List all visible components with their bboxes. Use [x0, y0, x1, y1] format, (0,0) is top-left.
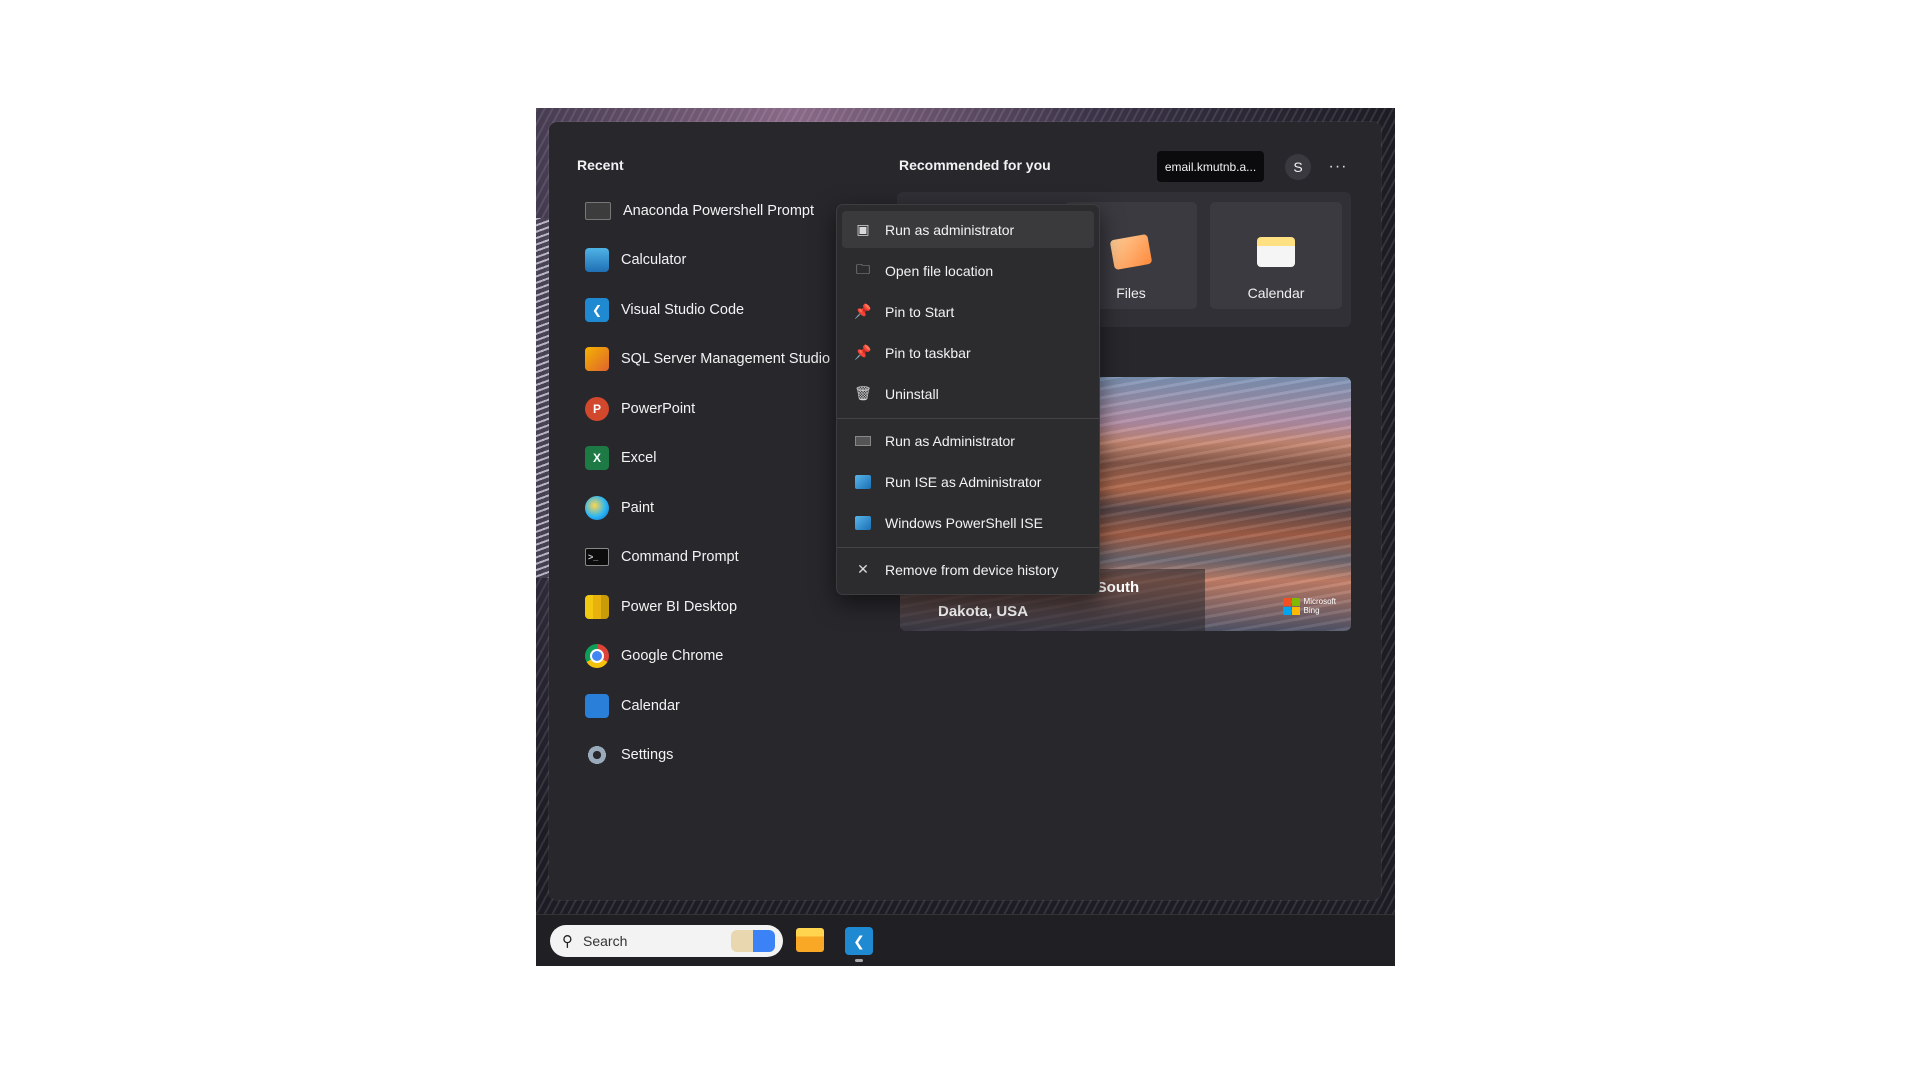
- menu-item-run-as-administrator-console[interactable]: Run as Administrator: [842, 422, 1094, 459]
- menu-item-label: Run ISE as Administrator: [885, 473, 1042, 490]
- menu-item-label: Windows PowerShell ISE: [885, 514, 1043, 531]
- recent-item-visual-studio-code[interactable]: ❮ Visual Studio Code: [585, 285, 845, 335]
- recent-item-label: Excel: [621, 450, 657, 467]
- recent-item-label: Visual Studio Code: [621, 301, 745, 318]
- recent-list: Anaconda Powershell Prompt Calculator ❮ …: [585, 186, 845, 780]
- avatar[interactable]: S: [1285, 154, 1311, 180]
- recent-item-label: Settings: [621, 747, 674, 764]
- recent-item-label: Anaconda Powershell Prompt: [623, 202, 815, 219]
- recent-item-label: SQL Server Management Studio: [621, 351, 831, 368]
- menu-item-open-file-location[interactable]: 🗀 Open file location: [842, 252, 1094, 289]
- tile-label: Calendar: [1247, 285, 1305, 301]
- file-explorer-icon[interactable]: [796, 928, 824, 952]
- recent-item-label: Paint: [621, 499, 655, 516]
- recent-heading: Recent: [577, 157, 624, 173]
- recent-item-label: Command Prompt: [621, 549, 739, 566]
- close-icon: ✕: [857, 561, 869, 577]
- menu-item-run-ise-as-administrator[interactable]: Run ISE as Administrator: [842, 463, 1094, 500]
- menu-item-label: Uninstall: [885, 385, 939, 402]
- menu-item-label: Open file location: [885, 262, 994, 279]
- context-menu: ▣ Run as administrator 🗀 Open file locat…: [836, 204, 1100, 595]
- recent-item-label: Calculator: [621, 252, 687, 269]
- recent-item-command-prompt[interactable]: >_ Command Prompt: [585, 533, 845, 583]
- recent-item-powerpoint[interactable]: P PowerPoint: [585, 384, 845, 434]
- search-highlight-icon: [731, 930, 775, 952]
- calendar-icon: [585, 693, 609, 718]
- menu-item-remove-from-device-history[interactable]: ✕ Remove from device history: [842, 551, 1094, 588]
- menu-item-pin-to-start[interactable]: 📌 Pin to Start: [842, 293, 1094, 330]
- terminal-icon: [585, 201, 611, 220]
- recent-item-label: PowerPoint: [621, 400, 696, 417]
- recent-item-calendar[interactable]: Calendar: [585, 681, 845, 731]
- recent-item-anaconda-powershell-prompt[interactable]: Anaconda Powershell Prompt: [585, 186, 845, 236]
- recent-item-label: Calendar: [621, 697, 680, 714]
- sql-server-icon: [585, 347, 609, 372]
- recent-item-excel[interactable]: X Excel: [585, 434, 845, 484]
- microsoft-bing-logo: Microsoft Bing: [1282, 597, 1336, 615]
- folder-icon: 🗀: [856, 260, 870, 277]
- calendar-icon: [1257, 237, 1295, 267]
- menu-separator: [837, 418, 1099, 419]
- wallpaper-decoration: [536, 218, 550, 578]
- menu-item-label: Pin to Start: [885, 303, 955, 320]
- menu-item-uninstall[interactable]: 🗑 Uninstall: [842, 375, 1094, 412]
- vscode-taskbar-icon[interactable]: ❮: [845, 927, 873, 955]
- recent-item-google-chrome[interactable]: Google Chrome: [585, 632, 845, 682]
- search-icon: ⚲: [562, 933, 573, 950]
- tile-label: Files: [1116, 285, 1146, 301]
- calculator-icon: [585, 248, 609, 273]
- recommended-heading: Recommended for you: [899, 157, 1051, 173]
- running-app-indicator: [855, 959, 863, 962]
- menu-item-windows-powershell-ise[interactable]: Windows PowerShell ISE: [842, 504, 1094, 541]
- powershell-ise-icon: [854, 473, 872, 491]
- menu-item-label: Remove from device history: [885, 561, 1059, 578]
- menu-separator: [837, 547, 1099, 548]
- bing-logo-line2: Bing: [1303, 606, 1320, 615]
- menu-item-label: Run as Administrator: [885, 432, 1015, 449]
- menu-item-label: Run as administrator: [885, 221, 1015, 238]
- power-bi-icon: [585, 594, 609, 619]
- recent-item-calculator[interactable]: Calculator: [585, 236, 845, 286]
- recent-item-settings[interactable]: Settings: [585, 731, 845, 781]
- more-options-button[interactable]: ···: [1325, 154, 1351, 180]
- settings-icon: [585, 743, 609, 768]
- recent-item-label: Power BI Desktop: [621, 598, 738, 615]
- pin-icon: 📌: [854, 344, 872, 360]
- taskbar-search-box[interactable]: ⚲ Search: [550, 925, 783, 957]
- pin-icon: 📌: [854, 303, 872, 319]
- taskbar: ⚲ Search ❮: [536, 914, 1395, 966]
- vscode-icon: ❮: [585, 297, 609, 322]
- console-icon: [854, 432, 872, 450]
- menu-item-label: Pin to taskbar: [885, 344, 971, 361]
- trash-icon: 🗑: [854, 385, 872, 401]
- recent-item-paint[interactable]: Paint: [585, 483, 845, 533]
- shield-app-icon: ▣: [856, 221, 870, 237]
- files-icon: [1109, 233, 1153, 271]
- account-button[interactable]: email.kmutnb.a...: [1157, 151, 1264, 182]
- powershell-ise-icon: [854, 514, 872, 532]
- recent-item-power-bi-desktop[interactable]: Power BI Desktop: [585, 582, 845, 632]
- recent-item-sql-server-management-studio[interactable]: SQL Server Management Studio: [585, 335, 845, 385]
- menu-item-run-as-administrator[interactable]: ▣ Run as administrator: [842, 211, 1094, 248]
- command-prompt-icon: >_: [585, 548, 609, 567]
- paint-icon: [585, 495, 609, 520]
- bing-caption-line2: Dakota, USA: [938, 603, 1029, 620]
- tile-calendar[interactable]: Calendar: [1210, 202, 1342, 309]
- microsoft-logo-icon: [1282, 597, 1300, 615]
- powerpoint-icon: P: [585, 396, 609, 421]
- recent-item-label: Google Chrome: [621, 648, 724, 665]
- search-placeholder: Search: [583, 933, 628, 949]
- chrome-icon: [585, 644, 609, 669]
- bing-logo-line1: Microsoft: [1303, 597, 1336, 606]
- menu-item-pin-to-taskbar[interactable]: 📌 Pin to taskbar: [842, 334, 1094, 371]
- excel-icon: X: [585, 446, 609, 471]
